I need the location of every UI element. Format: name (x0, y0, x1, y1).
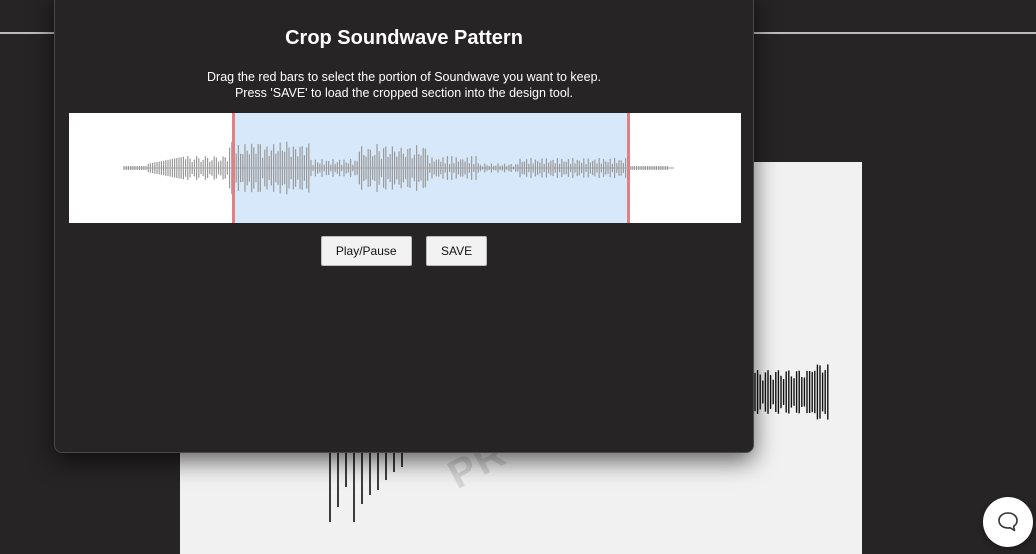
chat-button[interactable] (983, 497, 1033, 547)
modal-instructions: Drag the red bars to select the portion … (55, 69, 753, 101)
app-root: PR Crop Soundwave Pattern Drag the red b… (0, 0, 1036, 554)
modal-title: Crop Soundwave Pattern (285, 27, 523, 49)
play-pause-button[interactable]: Play/Pause (320, 236, 412, 266)
chat-bubble-icon (998, 512, 1018, 532)
waveform-editor[interactable] (69, 113, 741, 223)
editor-soundwave (123, 141, 674, 195)
instruction-line-1: Drag the red bars to select the portion … (207, 70, 601, 84)
save-button[interactable]: SAVE (426, 236, 488, 266)
background-rule-left (0, 32, 60, 34)
crop-handle-right[interactable] (627, 113, 630, 223)
crop-soundwave-modal: Crop Soundwave Pattern Drag the red bars… (54, 0, 754, 453)
modal-controls: Play/Pause SAVE (55, 236, 753, 266)
instruction-line-2: Press 'SAVE' to load the cropped section… (234, 86, 574, 100)
crop-handle-left[interactable] (232, 113, 235, 223)
background-rule-right (750, 32, 1036, 34)
